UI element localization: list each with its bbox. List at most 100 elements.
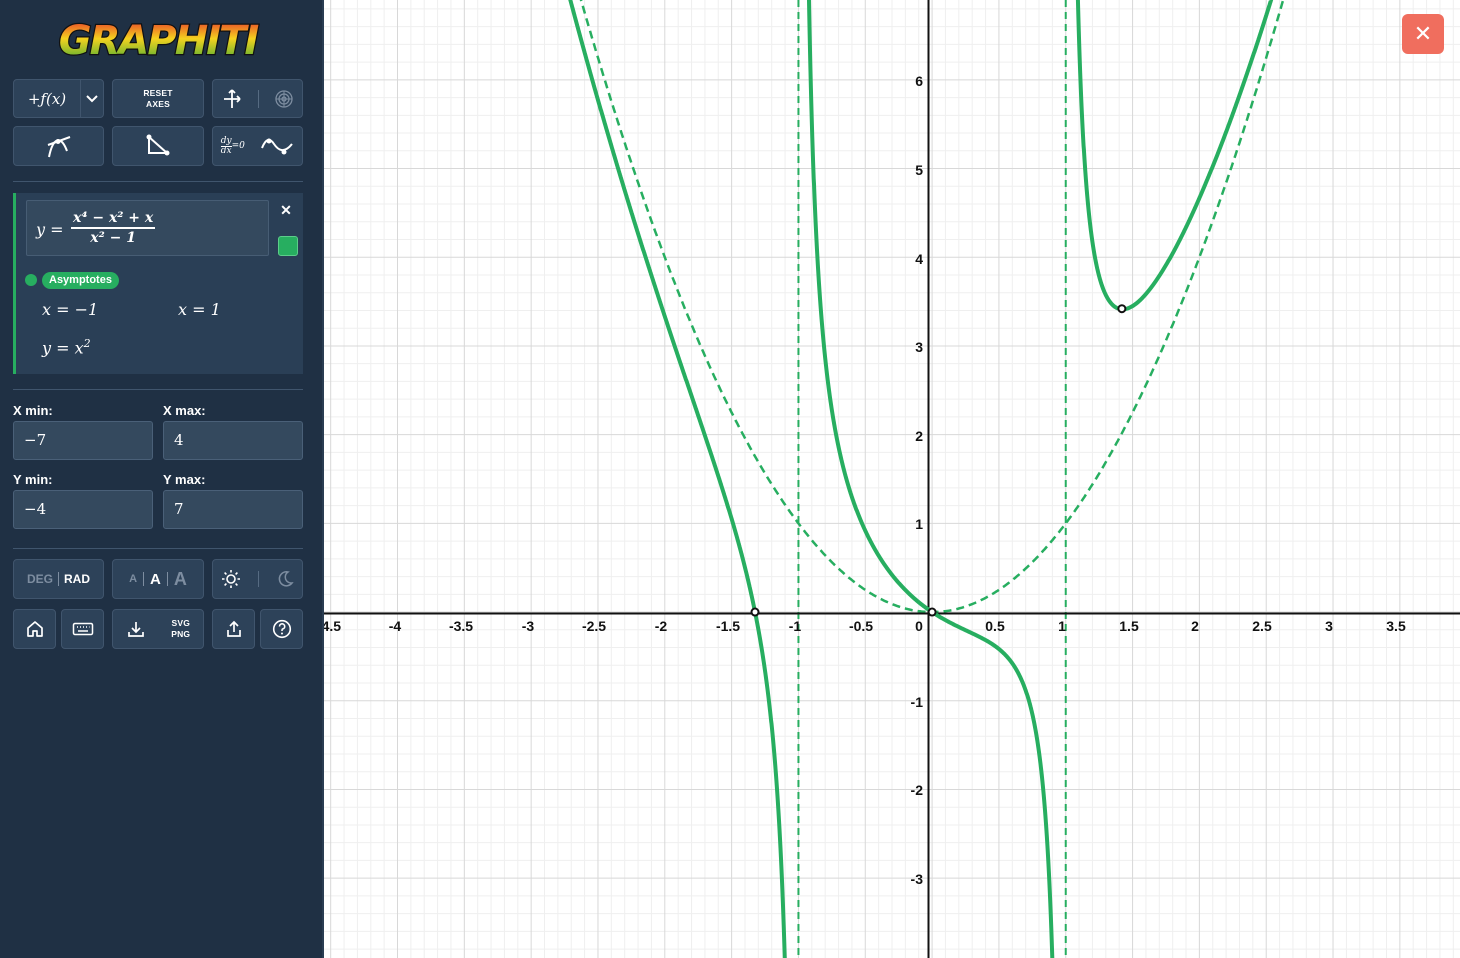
home-button[interactable] (13, 609, 56, 649)
x-tick-label: 0 (915, 618, 923, 634)
x-tick-label: -4 (389, 618, 402, 634)
divider (13, 548, 303, 549)
home-icon (26, 621, 43, 637)
x-tick-label: -3 (522, 618, 535, 634)
moon-icon[interactable] (276, 570, 294, 588)
divider (13, 389, 303, 390)
deg-option[interactable]: DEG (27, 572, 53, 586)
x-tick-label: -2 (655, 618, 668, 634)
rad-option[interactable]: RAD (64, 572, 90, 586)
function-type-dropdown[interactable] (80, 79, 104, 118)
share-button[interactable] (212, 609, 255, 649)
font-large-option[interactable]: A (174, 569, 187, 590)
x-tick-label: 1.5 (1119, 618, 1139, 634)
tangent-tool-button[interactable] (13, 126, 104, 166)
share-icon (226, 620, 241, 637)
export-svg-label: SVG (171, 618, 191, 628)
function-curve-branch (568, 0, 787, 958)
download-icon (127, 622, 144, 637)
cartesian-axes-icon[interactable] (221, 88, 243, 110)
x-tick-label: -3.5 (449, 618, 473, 634)
help-icon (272, 619, 291, 639)
x-tick-label: 3.5 (1386, 618, 1406, 634)
key-point (927, 607, 937, 617)
add-function-button[interactable]: +ƒ(x) (13, 79, 81, 118)
y-tick-label: 2 (915, 428, 923, 444)
x-max-label: X max: (163, 403, 206, 418)
expression-lhs: y = (36, 220, 64, 239)
reset-axes-label-1: RESET (143, 87, 173, 98)
expression-card: y = x⁴ − x² + x x² − 1 ✕ Asymptotes x = … (13, 193, 303, 374)
sidebar: GRAPHITI +ƒ(x) RESET AXES dy dx =0 y = x⁴ … (0, 0, 324, 958)
x-tick-label: -0.5 (849, 618, 873, 634)
y-tick-label: 6 (915, 73, 923, 89)
expression-fraction: x⁴ − x² + x x² − 1 (71, 209, 156, 247)
keyboard-icon (72, 622, 93, 636)
expression-numerator: x⁴ − x² + x (73, 210, 154, 226)
x-tick-label: -1.5 (716, 618, 740, 634)
y-tick-label: -2 (911, 782, 924, 798)
close-button[interactable]: ✕ (1402, 14, 1444, 54)
function-curve-branch (1075, 0, 1274, 312)
asymptote-1: x = −1 (42, 300, 99, 319)
x-tick-label: -1 (789, 618, 802, 634)
theme-toggle[interactable] (212, 559, 303, 599)
asymptotes-badge[interactable]: Asymptotes (42, 272, 119, 289)
color-swatch[interactable] (278, 236, 298, 256)
x-tick-label: 1 (1058, 618, 1066, 634)
derivative-zero-label: dy dx =0 (220, 135, 245, 156)
function-curve-branch (806, 0, 1055, 958)
angle-mode-toggle[interactable]: DEG RAD (13, 559, 104, 599)
y-tick-label: -3 (911, 871, 924, 887)
graph-canvas[interactable]: -4.5 -4 -3.5 -3 -2.5 -2 -1.5 -1 -0.5 0 0… (324, 0, 1460, 958)
font-small-option[interactable]: A (129, 573, 137, 585)
expression-denominator: x² − 1 (90, 229, 136, 246)
asymptotes-toggle[interactable] (25, 274, 37, 286)
y-tick-labels: 1 2 3 4 5 6 -1 -2 -3 (911, 73, 924, 887)
x-tick-label: 0.5 (985, 618, 1005, 634)
secant-tool-button[interactable] (112, 126, 204, 166)
x-tick-label: -2.5 (582, 618, 606, 634)
svg-text:GRAPHITI: GRAPHITI (59, 18, 260, 64)
remove-expression-button[interactable]: ✕ (277, 201, 295, 219)
export-png-label: PNG (171, 629, 191, 639)
x-tick-label: 2.5 (1252, 618, 1272, 634)
stationary-points-button[interactable]: dy dx =0 (212, 126, 303, 166)
expression-input[interactable]: y = x⁴ − x² + x x² − 1 (26, 200, 269, 256)
graphiti-logo: GRAPHITI (58, 17, 263, 64)
x-tick-labels: -4.5 -4 -3.5 -3 -2.5 -2 -1.5 -1 -0.5 0 0… (324, 618, 1406, 634)
reset-axes-button[interactable]: RESET AXES (112, 79, 204, 118)
key-point (1117, 304, 1127, 314)
keyboard-button[interactable] (61, 609, 104, 649)
asymptote-3: y = x2 (42, 337, 91, 358)
y-min-label: Y min: (13, 472, 53, 487)
x-tick-label: 3 (1325, 618, 1333, 634)
help-button[interactable] (260, 609, 303, 649)
close-icon: ✕ (280, 201, 292, 218)
slope-line-icon (146, 134, 170, 156)
graph-svg[interactable]: -4.5 -4 -3.5 -3 -2.5 -2 -1.5 -1 -0.5 0 0… (324, 0, 1460, 958)
y-tick-label: 3 (915, 339, 923, 355)
asymptote-2: x = 1 (178, 300, 221, 319)
x-min-input[interactable]: −7 (13, 421, 153, 460)
key-points (750, 304, 1127, 617)
key-point (750, 607, 760, 617)
chevron-down-icon (86, 94, 98, 102)
y-tick-label: 4 (915, 251, 923, 267)
font-medium-option[interactable]: A (150, 571, 161, 588)
sun-icon[interactable] (221, 569, 241, 589)
y-tick-label: 1 (915, 516, 923, 532)
x-max-input[interactable]: 4 (163, 421, 303, 460)
minor-grid (324, 0, 1460, 958)
y-max-label: Y max: (163, 472, 206, 487)
font-size-toggle[interactable]: A A A (112, 559, 204, 599)
download-export-button[interactable]: SVG PNG (112, 609, 204, 649)
close-icon: ✕ (1413, 21, 1433, 46)
y-max-input[interactable]: 7 (163, 490, 303, 529)
y-tick-label: 5 (915, 162, 923, 178)
divider (13, 181, 303, 182)
x-tick-label: -4.5 (324, 618, 341, 634)
polar-grid-icon[interactable] (274, 89, 294, 109)
y-min-input[interactable]: −4 (13, 490, 153, 529)
reset-axes-label-2: AXES (146, 98, 170, 109)
